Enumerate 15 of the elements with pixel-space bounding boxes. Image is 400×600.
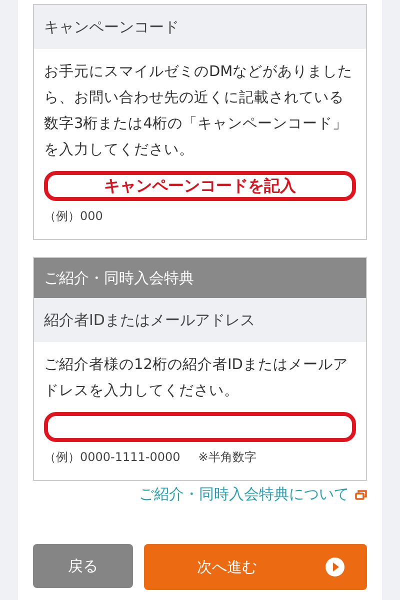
- external-window-icon: [355, 490, 367, 500]
- section-title: キャンペーンコード: [34, 5, 366, 49]
- description-text: お手元にスマイルゼミのDMなどがありましたら、お問い合わせ先の近くに記載されている数字3桁または4桁の「キャンペーンコード」を入力してください。: [44, 62, 354, 160]
- next-button[interactable]: 次へ進む: [144, 544, 367, 590]
- play-icon: [325, 557, 345, 577]
- example-text: （例）000: [44, 208, 104, 225]
- back-button[interactable]: 戻る: [33, 544, 133, 588]
- section-title: 紹介者IDまたはメールアドレス: [34, 298, 366, 342]
- benefits-link[interactable]: ご紹介・同時入会特典について: [139, 485, 349, 504]
- note-text: ※半角数字: [198, 449, 256, 466]
- input-field[interactable]: キャンペーンコードを記入: [44, 171, 356, 201]
- input-field[interactable]: [44, 412, 356, 442]
- example-text: （例）0000-1111-0000: [44, 449, 180, 466]
- section-banner: ご紹介・同時入会特典: [34, 258, 366, 298]
- description-text: ご紹介者様の12桁の紹介者IDまたはメールアドレスを入力してください。: [44, 356, 349, 401]
